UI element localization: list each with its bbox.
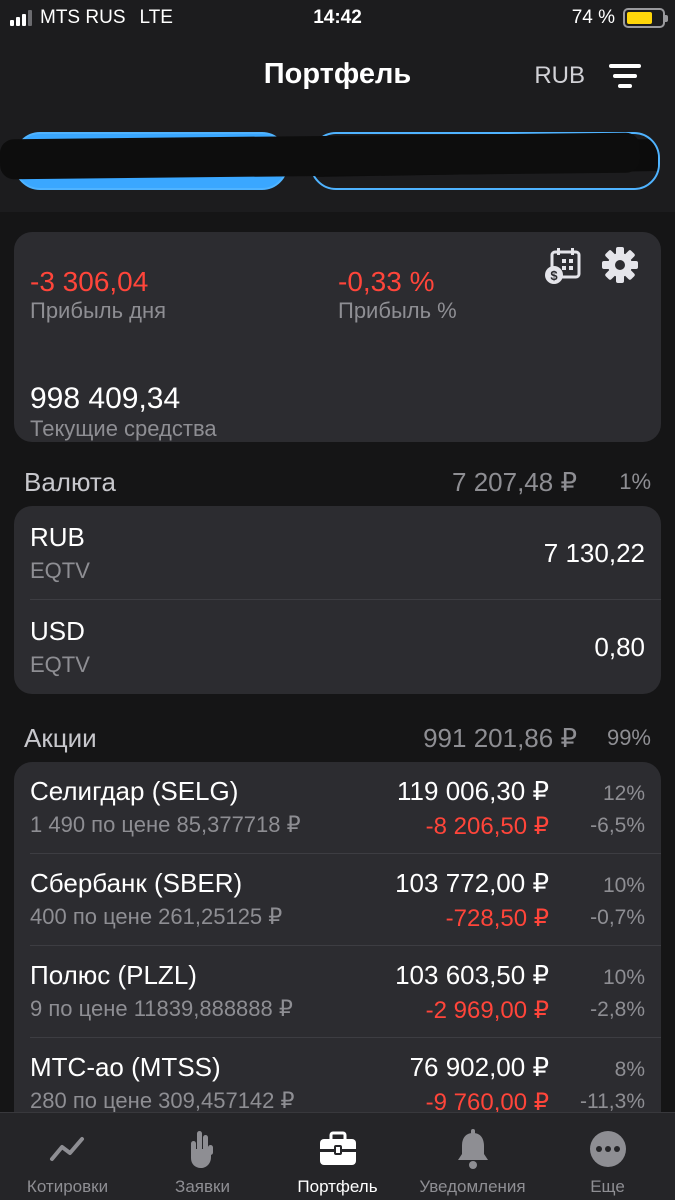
battery-icon xyxy=(623,8,668,28)
currency-section-header: Валюта 7 207,48 ₽ 1% xyxy=(24,464,651,500)
list-item[interactable]: RUB EQTV 7 130,22 xyxy=(14,506,661,600)
battery-percent: 74 % xyxy=(571,7,615,28)
current-funds-label: Текущие средства xyxy=(30,416,217,441)
stock-value: 103 772,00 ₽ xyxy=(395,868,549,898)
summary-actions: $ xyxy=(543,246,639,286)
tab-portfolio[interactable]: Портфель xyxy=(270,1113,405,1200)
stocks-section-header: Акции 991 201,86 ₽ 99% xyxy=(24,720,651,756)
currency-account: EQTV xyxy=(30,652,90,677)
tab-label: Уведомления xyxy=(419,1177,526,1196)
tab-label: Еще xyxy=(590,1177,625,1196)
hand-icon xyxy=(190,1131,213,1168)
stock-position: 1 490 по цене 85,377718 ₽ xyxy=(30,812,301,837)
account-tabs xyxy=(0,132,675,194)
bell-icon xyxy=(457,1129,488,1169)
stock-value: 119 006,30 ₽ xyxy=(397,776,549,806)
stock-change: -8 206,50 ₽ xyxy=(425,813,549,840)
stock-position: 9 по цене 11839,888888 ₽ xyxy=(30,996,293,1021)
stocks-section-share: 99% xyxy=(606,725,651,750)
stock-change-percent: -11,3% xyxy=(580,1090,645,1113)
calendar-dollar-icon[interactable]: $ xyxy=(543,246,583,286)
svg-text:$: $ xyxy=(550,268,558,283)
stock-name: Селигдар (SELG) xyxy=(30,776,239,806)
tab-quotes[interactable]: Котировки xyxy=(0,1113,135,1200)
day-profit-value: -3 306,04 xyxy=(30,266,149,297)
tab-bar: Котировки Заявки Портфель Уведомления Ещ… xyxy=(0,1112,675,1200)
list-item[interactable]: Полюс (PLZL) 9 по цене 11839,888888 ₽ 10… xyxy=(14,946,661,1037)
stock-name: МТС-ао (MTSS) xyxy=(30,1052,221,1082)
stock-share: 12% xyxy=(602,782,645,805)
profit-percent-value: -0,33 % xyxy=(338,266,435,297)
redaction-scribble xyxy=(0,132,641,180)
currency-amount: 0,80 xyxy=(594,632,645,662)
currency-list: RUB EQTV 7 130,22 USD EQTV 0,80 xyxy=(14,506,661,694)
summary-card: -3 306,04 Прибыль дня -0,33 % Прибыль % … xyxy=(14,232,661,442)
stocks-list: Селигдар (SELG) 1 490 по цене 85,377718 … xyxy=(14,762,661,1142)
tab-label: Портфель xyxy=(297,1177,378,1196)
stock-share: 10% xyxy=(602,874,645,897)
currency-name: USD xyxy=(30,616,85,646)
stock-change-percent: -0,7% xyxy=(590,906,645,929)
day-profit-label: Прибыль дня xyxy=(30,298,167,323)
filter-icon[interactable] xyxy=(609,64,641,90)
status-right: 74 % xyxy=(571,7,668,29)
stock-change: -2 969,00 ₽ xyxy=(425,997,549,1024)
stock-share: 8% xyxy=(614,1058,645,1081)
currency-selector[interactable]: RUB xyxy=(534,62,585,90)
stock-position: 400 по цене 261,25125 ₽ xyxy=(30,904,283,929)
list-item[interactable]: Селигдар (SELG) 1 490 по цене 85,377718 … xyxy=(14,762,661,853)
stocks-section-sum: 991 201,86 ₽ xyxy=(423,722,577,753)
portfolio-content[interactable]: -3 306,04 Прибыль дня -0,33 % Прибыль % … xyxy=(0,212,675,1142)
status-bar: MTS RUS LTE 14:42 74 % xyxy=(0,0,675,38)
day-profit: -3 306,04 Прибыль дня xyxy=(30,266,166,324)
chart-line-icon xyxy=(49,1137,84,1161)
briefcase-icon xyxy=(319,1131,356,1165)
stock-change: -728,50 ₽ xyxy=(445,905,549,932)
profit-percent: -0,33 % Прибыль % xyxy=(338,266,457,324)
stock-value: 103 603,50 ₽ xyxy=(395,960,549,990)
currency-section-title: Валюта xyxy=(24,466,116,497)
current-funds-value: 998 409,34 xyxy=(30,382,181,415)
stock-change-percent: -2,8% xyxy=(590,998,645,1021)
stock-position: 280 по цене 309,457142 ₽ xyxy=(30,1088,295,1113)
list-item[interactable]: USD EQTV 0,80 xyxy=(14,600,661,694)
tab-label: Котировки xyxy=(26,1177,109,1196)
stock-share: 10% xyxy=(602,966,645,989)
stock-change-percent: -6,5% xyxy=(590,814,645,837)
stock-name: Сбербанк (SBER) xyxy=(30,868,243,898)
nav-header: Портфель RUB xyxy=(0,40,675,112)
stock-value: 76 902,00 ₽ xyxy=(409,1052,549,1082)
list-item[interactable]: Сбербанк (SBER) 400 по цене 261,25125 ₽ … xyxy=(14,854,661,945)
stock-name: Полюс (PLZL) xyxy=(30,960,197,990)
tab-more[interactable]: Еще xyxy=(540,1113,675,1200)
currency-amount: 7 130,22 xyxy=(543,538,645,568)
currency-name: RUB xyxy=(30,522,85,552)
stocks-section-title: Акции xyxy=(24,722,97,753)
currency-section-share: 1% xyxy=(619,469,651,494)
currency-section-sum: 7 207,48 ₽ xyxy=(452,466,577,497)
more-icon xyxy=(589,1131,626,1167)
tab-label: Заявки xyxy=(175,1177,230,1196)
current-funds: 998 409,34 Текущие средства xyxy=(30,382,217,442)
currency-account: EQTV xyxy=(30,558,90,583)
tab-orders[interactable]: Заявки xyxy=(135,1113,270,1200)
tab-notifications[interactable]: Уведомления xyxy=(405,1113,540,1200)
profit-percent-label: Прибыль % xyxy=(338,298,457,323)
gear-icon[interactable] xyxy=(601,246,639,284)
